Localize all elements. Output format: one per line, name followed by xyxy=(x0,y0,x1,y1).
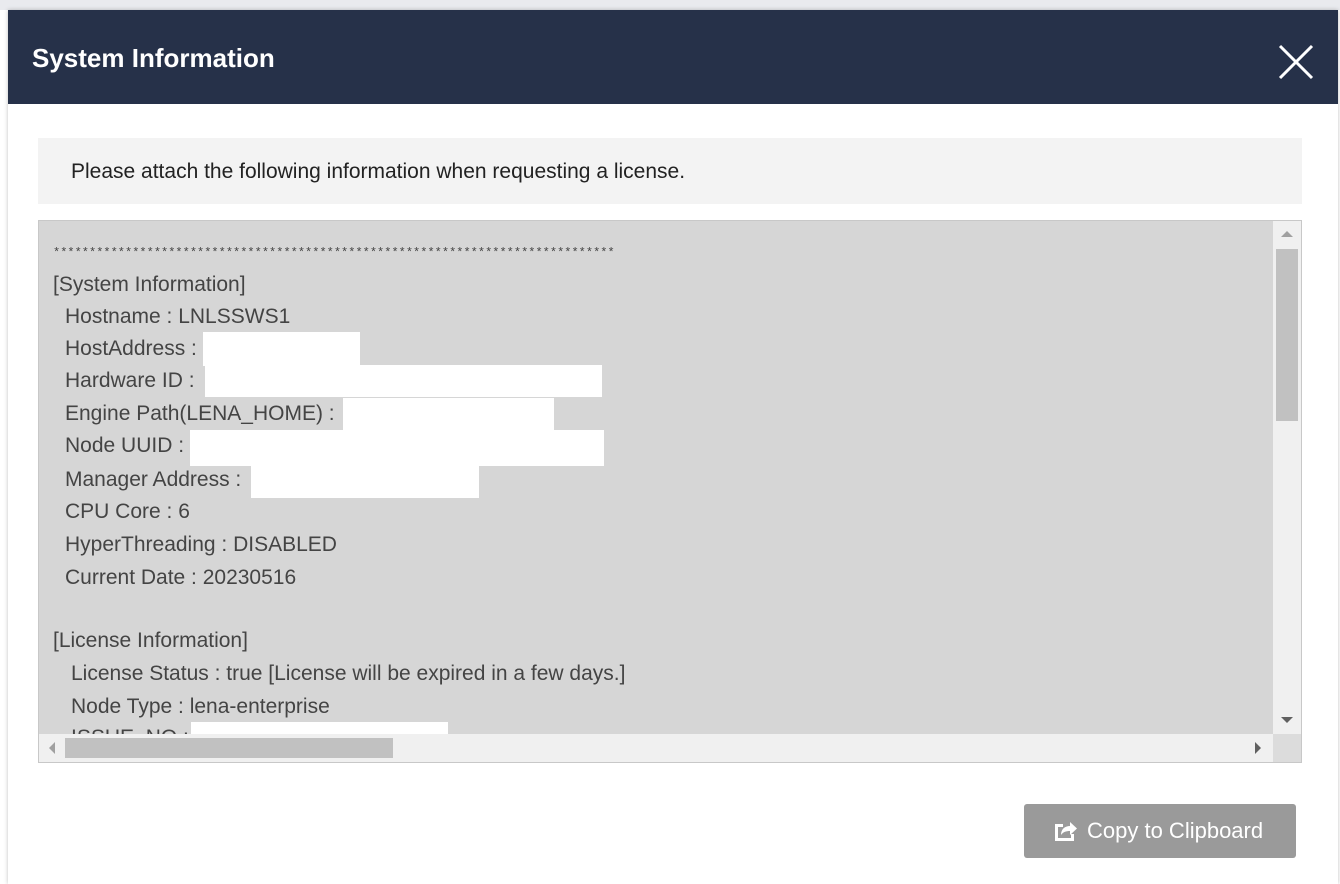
copy-button-label: Copy to Clipboard xyxy=(1087,818,1264,843)
copy-to-clipboard-button[interactable]: Copy to Clipboard xyxy=(1024,804,1296,858)
scroll-corner xyxy=(1273,734,1301,762)
share-icon xyxy=(1055,822,1077,841)
backdrop xyxy=(0,0,1340,10)
hostname-line: Hostname : LNLSSWS1 xyxy=(65,305,291,328)
scroll-right-arrow-icon[interactable] xyxy=(1255,742,1261,754)
dialog-title: System Information xyxy=(32,43,275,73)
horizontal-scroll-thumb[interactable] xyxy=(65,738,393,758)
notice-banner: Please attach the following information … xyxy=(38,138,1302,204)
issue-no-label: ISSUE_NO : xyxy=(71,724,189,734)
horizontal-scrollbar[interactable] xyxy=(39,734,1273,762)
system-section-heading: [System Information] xyxy=(53,273,246,296)
license-status-line: License Status : true [License will be e… xyxy=(71,662,626,685)
system-info-content[interactable]: ****************************************… xyxy=(39,221,1273,734)
redacted-node-uuid xyxy=(190,430,604,466)
scroll-down-arrow-icon[interactable] xyxy=(1281,717,1293,723)
redacted-hardware-id xyxy=(205,365,602,397)
license-section-heading: [License Information] xyxy=(53,629,248,652)
engine-path-label: Engine Path(LENA_HOME) : xyxy=(65,402,335,425)
node-type-line: Node Type : lena-enterprise xyxy=(71,695,330,718)
redacted-host-address xyxy=(203,332,360,366)
scroll-left-arrow-icon[interactable] xyxy=(49,742,55,754)
manager-address-label: Manager Address : xyxy=(65,468,242,491)
hardware-id-label: Hardware ID : xyxy=(65,369,195,392)
vertical-scroll-thumb[interactable] xyxy=(1276,249,1298,421)
cpu-core-line: CPU Core : 6 xyxy=(65,500,190,523)
separator-line: ****************************************… xyxy=(53,246,615,260)
system-info-textarea[interactable]: ****************************************… xyxy=(38,220,1302,763)
vertical-scrollbar[interactable] xyxy=(1273,221,1301,734)
close-button[interactable] xyxy=(1274,40,1318,84)
host-address-label: HostAddress : xyxy=(65,337,197,360)
hyperthreading-line: HyperThreading : DISABLED xyxy=(65,533,337,556)
redacted-engine-path xyxy=(343,398,554,430)
scroll-up-arrow-icon[interactable] xyxy=(1281,231,1293,237)
close-icon xyxy=(1278,44,1314,80)
system-information-dialog: System Information Please attach the fol… xyxy=(8,10,1338,884)
notice-text: Please attach the following information … xyxy=(71,160,686,183)
node-uuid-label: Node UUID : xyxy=(65,434,185,457)
redacted-manager-address xyxy=(251,464,479,498)
current-date-line: Current Date : 20230516 xyxy=(65,566,297,589)
dialog-header: System Information xyxy=(8,10,1338,104)
redacted-issue-no xyxy=(191,722,448,734)
